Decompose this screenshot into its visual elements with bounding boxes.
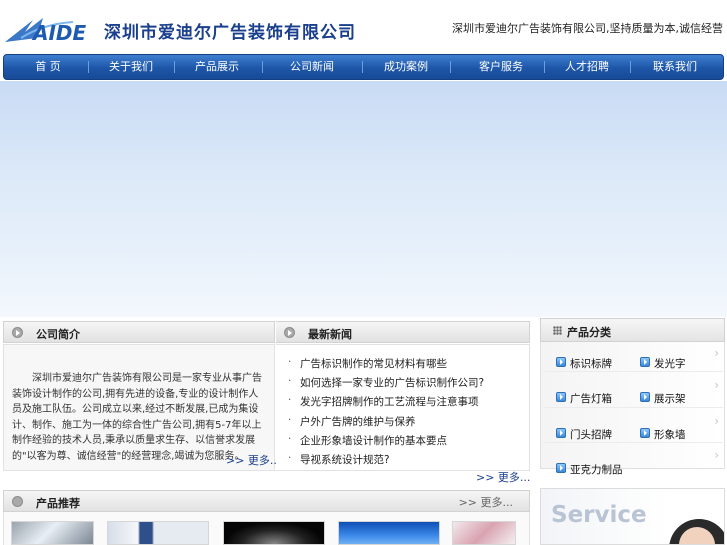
arrow-square-icon	[640, 428, 650, 438]
arrow-square-icon	[640, 392, 650, 402]
about-panel: 深圳市爱迪尔广告装饰有限公司是一家专业从事广告装饰设计制作的公司,拥有先进的设备…	[3, 344, 280, 471]
bullet-icon: ·	[288, 375, 292, 387]
logo-text: AIDE	[31, 21, 87, 44]
chevron-right-icon: ›	[714, 414, 719, 428]
category-item-label: 展示架	[654, 393, 686, 405]
site-header: AIDE 深圳市爱迪尔广告装饰有限公司 深圳市爱迪尔广告装饰有限公司,坚持质量为…	[0, 0, 727, 54]
category-panel-title: 产品分类	[567, 326, 611, 339]
news-item[interactable]: · 发光字招牌制作的工艺流程与注意事项	[288, 394, 479, 409]
news-item[interactable]: · 户外广告牌的维护与保养	[288, 414, 416, 429]
category-item[interactable]: 亚克力制品	[556, 462, 623, 477]
category-item-label: 广告灯箱	[570, 393, 612, 405]
main-nav: 首 页 关于我们 产品展示 公司新闻 成功案例 客户服务 人才招聘 联系我们	[3, 54, 724, 80]
category-item[interactable]: 形象墙	[640, 427, 686, 442]
category-item-label: 亚克力制品	[570, 464, 623, 476]
chevron-right-icon: ›	[714, 346, 719, 360]
company-name: 深圳市爱迪尔广告装饰有限公司	[104, 23, 356, 43]
category-item[interactable]: 门头招牌	[556, 427, 612, 442]
news-more-link[interactable]: >> 更多...	[476, 469, 530, 485]
product-thumbnail[interactable]	[452, 521, 516, 545]
news-item-label: 发光字招牌制作的工艺流程与注意事项	[300, 396, 479, 408]
news-item-label: 如何选择一家专业的广告标识制作公司?	[300, 377, 485, 389]
product-thumbnail[interactable]	[338, 521, 440, 545]
news-panel: · 广告标识制作的常见材料有哪些 · 如何选择一家专业的广告标识制作公司? · 发光字…	[276, 344, 530, 471]
service-banner[interactable]: Service	[540, 488, 725, 545]
bullet-icon: ·	[288, 356, 292, 368]
product-thumbnail[interactable]	[107, 521, 209, 545]
nav-item-home[interactable]: 首 页	[26, 55, 70, 79]
news-item[interactable]: · 企业形象墙设计制作的基本要点	[288, 433, 447, 448]
product-thumbnail[interactable]	[11, 521, 94, 545]
category-item[interactable]: 广告灯箱	[556, 391, 612, 406]
news-item-label: 导视系统设计规范?	[300, 454, 390, 466]
arrow-circle-icon	[284, 327, 295, 338]
news-panel-title: 最新新闻	[308, 328, 352, 341]
nav-divider	[544, 61, 545, 73]
chevron-right-icon: ›	[714, 448, 719, 462]
news-item-label: 企业形象墙设计制作的基本要点	[300, 435, 447, 447]
arrow-square-icon	[556, 463, 566, 473]
arrow-circle-icon	[12, 496, 23, 507]
products-panel-header: 产品推荐 >> 更多...	[3, 490, 530, 512]
arrow-square-icon	[556, 428, 566, 438]
news-item-label: 广告标识制作的常见材料有哪些	[300, 358, 447, 370]
bullet-icon: ·	[288, 394, 292, 406]
category-item[interactable]: 标识标牌	[556, 356, 612, 371]
hero-banner	[0, 81, 727, 317]
about-text: 深圳市爱迪尔广告装饰有限公司是一家专业从事广告装饰设计制作的公司,拥有先进的设备…	[12, 373, 262, 462]
products-more-link[interactable]: >> 更多...	[459, 494, 513, 510]
nav-divider	[630, 61, 631, 73]
nav-item-service[interactable]: 客户服务	[462, 55, 540, 79]
about-panel-title: 公司简介	[36, 328, 80, 341]
news-panel-header: 最新新闻	[276, 321, 530, 343]
nav-item-products[interactable]: 产品展示	[186, 55, 248, 79]
category-panel: 标识标牌 发光字 › 广告灯箱 展示架 › 门头招牌 形象墙 › 亚克力制品 ›	[540, 342, 725, 476]
chevron-right-icon: ›	[714, 378, 719, 392]
nav-divider	[88, 61, 89, 73]
nav-divider	[262, 61, 263, 73]
arrow-square-icon	[556, 392, 566, 402]
nav-divider	[174, 61, 175, 73]
about-panel-header: 公司简介	[3, 321, 275, 343]
nav-item-about[interactable]: 关于我们	[100, 55, 162, 79]
nav-item-news[interactable]: 公司新闻	[274, 55, 350, 79]
arrow-square-icon	[640, 357, 650, 367]
about-more-link[interactable]: >> 更多...	[226, 452, 280, 468]
nav-item-cases[interactable]: 成功案例	[374, 55, 438, 79]
products-strip	[3, 512, 530, 545]
category-divider	[543, 371, 723, 372]
nav-divider	[362, 61, 363, 73]
products-panel-title: 产品推荐	[36, 497, 80, 510]
category-item[interactable]: 发光字	[640, 356, 686, 371]
category-divider	[543, 407, 723, 408]
category-item-label: 形象墙	[654, 429, 686, 441]
nav-item-jobs[interactable]: 人才招聘	[556, 55, 618, 79]
category-item-label: 标识标牌	[570, 358, 612, 370]
category-item[interactable]: 展示架	[640, 391, 686, 406]
product-thumbnail[interactable]	[223, 521, 325, 545]
category-divider	[543, 442, 723, 443]
category-panel-header: 产品分类	[540, 318, 725, 342]
service-label: Service	[551, 502, 647, 528]
news-item[interactable]: · 导视系统设计规范?	[288, 452, 390, 467]
header-slogan: 深圳市爱迪尔广告装饰有限公司,坚持质量为本,诚信经营	[452, 22, 723, 35]
arrow-square-icon	[556, 357, 566, 367]
bullet-icon: ·	[288, 433, 292, 445]
news-item[interactable]: · 广告标识制作的常见材料有哪些	[288, 356, 447, 371]
company-logo[interactable]: AIDE	[3, 14, 101, 44]
nav-divider	[450, 61, 451, 73]
news-item[interactable]: · 如何选择一家专业的广告标识制作公司?	[288, 375, 485, 390]
nav-item-contact[interactable]: 联系我们	[642, 55, 708, 79]
grid-icon	[553, 326, 562, 335]
category-item-label: 发光字	[654, 358, 686, 370]
bullet-icon: ·	[288, 414, 292, 426]
news-item-label: 户外广告牌的维护与保养	[300, 416, 416, 428]
bullet-icon: ·	[288, 452, 292, 464]
category-item-label: 门头招牌	[570, 429, 612, 441]
arrow-circle-icon	[12, 327, 23, 338]
